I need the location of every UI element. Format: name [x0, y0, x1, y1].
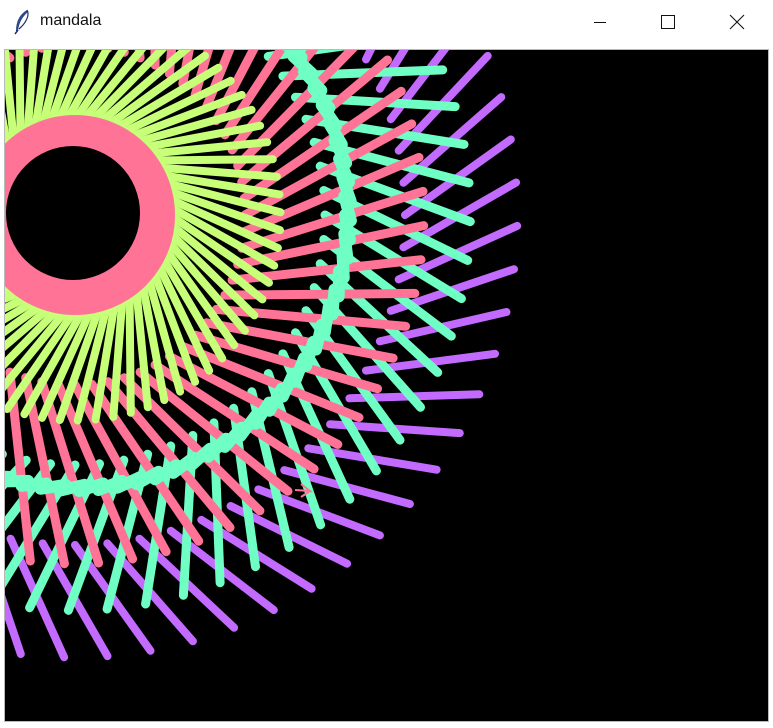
lime-stroke: [125, 288, 135, 417]
maximize-button[interactable]: [634, 0, 702, 44]
maximize-icon: [661, 15, 675, 29]
mint-band-segment: [5, 470, 16, 483]
window-title: mandala: [40, 12, 102, 29]
close-button[interactable]: [703, 0, 771, 44]
mint-band-segment: [338, 190, 357, 227]
lime-stroke: [148, 155, 277, 165]
close-icon: [729, 14, 745, 30]
app-window: mandala: [0, 0, 773, 728]
drawing-canvas[interactable]: [4, 49, 769, 722]
feather-icon: [14, 9, 29, 35]
minimize-icon: [594, 22, 606, 23]
title-bar[interactable]: mandala: [0, 0, 773, 44]
mandala-drawing: [5, 50, 522, 662]
minimize-button[interactable]: [566, 0, 634, 44]
lime-stroke: [15, 50, 25, 142]
center-hole: [6, 146, 140, 280]
